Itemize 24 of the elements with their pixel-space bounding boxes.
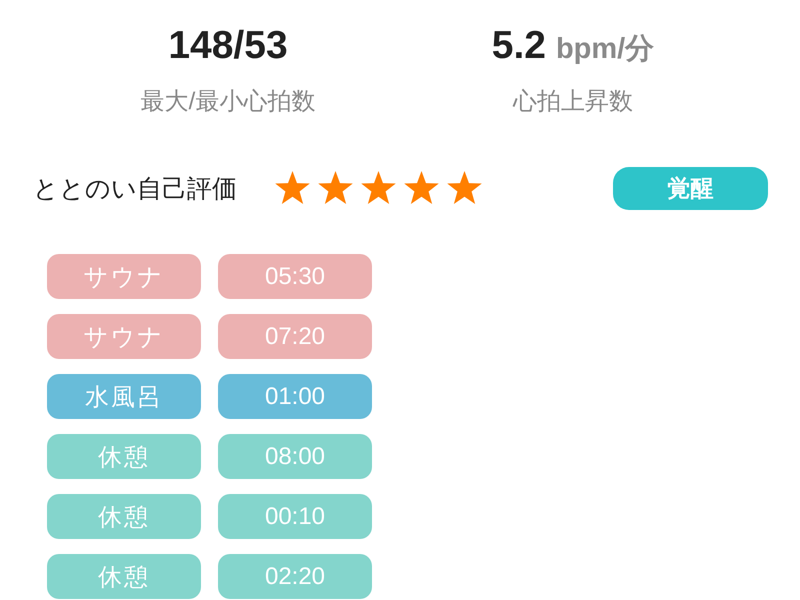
stat-label: 心拍上昇数 — [513, 87, 633, 117]
star-icon — [274, 170, 311, 206]
activity-tag: 休憩 — [47, 434, 201, 479]
stat-value: 148/53 — [168, 23, 288, 69]
stat-unit: bpm/分 — [556, 32, 654, 67]
duration-tag: 01:00 — [218, 374, 372, 419]
state-tag: 覚醒 — [613, 166, 768, 210]
star-icon — [446, 170, 483, 206]
duration-tag: 05:30 — [218, 254, 372, 299]
duration-tag: 08:00 — [218, 434, 372, 479]
duration-tag: 02:20 — [218, 554, 372, 599]
activity-tag: サウナ — [47, 314, 201, 359]
activity-tag: 休憩 — [47, 554, 201, 599]
stat-value: 5.2 — [492, 23, 546, 69]
activity-tag: 水風呂 — [47, 374, 201, 419]
duration-tag: 07:20 — [218, 314, 372, 359]
activity-tag: サウナ — [47, 254, 201, 299]
duration-tag: 00:10 — [218, 494, 372, 539]
stat-label: 最大/最小心拍数 — [140, 87, 316, 117]
activity-tag: 休憩 — [47, 494, 201, 539]
star-icon — [360, 170, 397, 206]
star-icon — [403, 170, 440, 206]
star-icon — [317, 170, 354, 206]
rating-label: ととのい自己評価 — [33, 174, 238, 204]
